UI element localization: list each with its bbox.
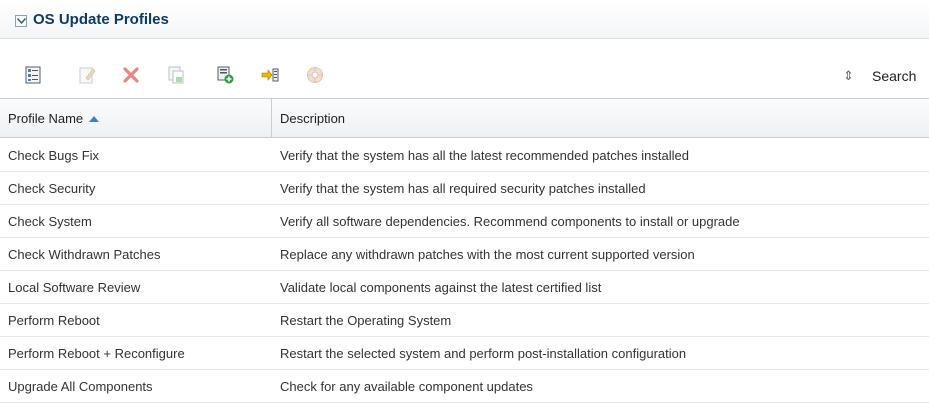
profile-name-cell: Check Security xyxy=(8,181,96,196)
profile-name-cell: Perform Reboot xyxy=(8,313,100,328)
column-header-description[interactable]: Description xyxy=(280,111,345,126)
delete-icon[interactable] xyxy=(122,66,140,84)
table-row[interactable]: Check Bugs Fix Verify that the system ha… xyxy=(0,139,929,172)
table-body: Check Bugs Fix Verify that the system ha… xyxy=(0,139,929,403)
description-cell: Replace any withdrawn patches with the m… xyxy=(280,247,695,262)
reorder-icon[interactable]: ⇕ xyxy=(843,68,854,84)
column-divider[interactable] xyxy=(271,99,272,137)
profile-name-cell: Check System xyxy=(8,214,92,229)
os-update-profiles-panel: OS Update Profiles ⇕ Search Profile Name… xyxy=(0,0,929,403)
deploy-icon[interactable] xyxy=(306,66,324,84)
import-icon[interactable] xyxy=(261,66,279,84)
search-link[interactable]: Search xyxy=(872,68,916,84)
column-header-label: Profile Name xyxy=(8,111,84,126)
description-cell: Verify all software dependencies. Recomm… xyxy=(280,214,740,229)
description-cell: Restart the selected system and perform … xyxy=(280,346,687,361)
copy-profile-icon[interactable] xyxy=(167,66,185,84)
table-header: Profile Name Description xyxy=(0,98,929,138)
add-profile-icon[interactable] xyxy=(216,66,234,84)
table-row[interactable]: Perform Reboot Restart the Operating Sys… xyxy=(0,304,929,337)
panel-header: OS Update Profiles xyxy=(0,0,929,39)
toolbar: ⇕ Search xyxy=(0,57,929,95)
edit-profile-icon[interactable] xyxy=(78,66,96,84)
description-cell: Verify that the system has all required … xyxy=(280,181,646,196)
column-header-profile-name[interactable]: Profile Name xyxy=(8,111,100,126)
description-cell: Restart the Operating System xyxy=(280,313,452,328)
table-row[interactable]: Upgrade All Components Check for any ava… xyxy=(0,370,929,403)
create-profile-icon[interactable] xyxy=(24,66,42,84)
sort-ascending-icon xyxy=(89,116,100,122)
profile-name-cell: Perform Reboot + Reconfigure xyxy=(8,346,185,361)
description-cell: Verify that the system has all the lates… xyxy=(280,148,689,163)
table-row[interactable]: Check Security Verify that the system ha… xyxy=(0,172,929,205)
table-row[interactable]: Check System Verify all software depende… xyxy=(0,205,929,238)
collapse-toggle-icon[interactable] xyxy=(15,15,27,27)
description-cell: Validate local components against the la… xyxy=(280,280,602,295)
table-row[interactable]: Check Withdrawn Patches Replace any with… xyxy=(0,238,929,271)
table-row[interactable]: Local Software Review Validate local com… xyxy=(0,271,929,304)
table-row[interactable]: Perform Reboot + Reconfigure Restart the… xyxy=(0,337,929,370)
profile-name-cell: Check Bugs Fix xyxy=(8,148,100,163)
profile-name-cell: Check Withdrawn Patches xyxy=(8,247,161,262)
profile-name-cell: Local Software Review xyxy=(8,280,141,295)
profile-name-cell: Upgrade All Components xyxy=(8,379,153,394)
panel-title: OS Update Profiles xyxy=(33,11,169,28)
description-cell: Check for any available component update… xyxy=(280,379,533,394)
